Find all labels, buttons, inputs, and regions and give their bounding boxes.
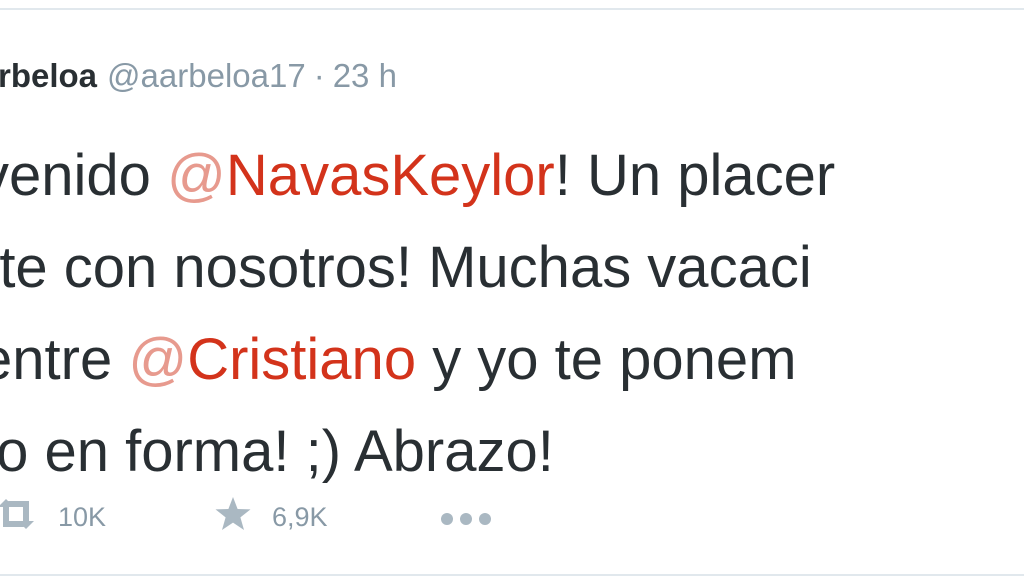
- tweet-line: rte con nosotros! Muchas vacaci: [0, 222, 1024, 314]
- tweet-text-segment: to en forma! ;) Abrazo!: [0, 419, 554, 484]
- tweet-text-segment: ! Un placer: [554, 143, 836, 208]
- mention-at-sign: @: [167, 143, 226, 208]
- tweet-line: to en forma! ;) Abrazo!: [0, 406, 1024, 498]
- more-button[interactable]: [440, 492, 492, 542]
- tweet-text-segment: rte con nosotros! Muchas vacaci: [0, 235, 812, 300]
- mention-link-navaskeylor[interactable]: @NavasKeylor: [167, 143, 555, 208]
- header-separator: ·: [313, 57, 325, 94]
- tweet-header: rbeloa @aarbeloa17 · 23 h: [0, 56, 397, 96]
- favorite-count: 6,9K: [272, 501, 328, 532]
- mention-at-sign: @: [128, 327, 188, 392]
- tweet-text: venido @NavasKeylor! Un placer rte con n…: [0, 130, 1024, 498]
- tweet-actions: 10K 6,9K: [0, 492, 1024, 542]
- retweet-button[interactable]: 10K: [0, 492, 106, 542]
- tweet-text-segment: venido: [0, 143, 151, 208]
- tweet-timestamp[interactable]: 23 h: [333, 57, 397, 94]
- retweet-icon: [0, 497, 38, 538]
- mention-link-cristiano[interactable]: @Cristiano: [128, 327, 416, 392]
- tweet-line: venido @NavasKeylor! Un placer: [0, 130, 1024, 222]
- favorite-button[interactable]: 6,9K: [214, 492, 328, 542]
- ellipsis-icon: [440, 502, 492, 533]
- star-icon: [214, 496, 252, 539]
- author-name[interactable]: rbeloa: [0, 57, 97, 94]
- mention-name: NavasKeylor: [225, 143, 555, 208]
- tweet-text-segment: y yo te ponem: [416, 327, 797, 392]
- mention-name: Cristiano: [187, 327, 417, 392]
- tweet-text-segment: entre: [0, 327, 113, 392]
- author-handle[interactable]: @aarbeloa17: [107, 57, 306, 94]
- tweet-line: entre @Cristiano y yo te ponem: [0, 314, 1024, 406]
- tweet-card: rbeloa@aarbeloa17·23 h venido @NavasKeyl…: [0, 8, 1024, 576]
- retweet-count: 10K: [58, 501, 107, 532]
